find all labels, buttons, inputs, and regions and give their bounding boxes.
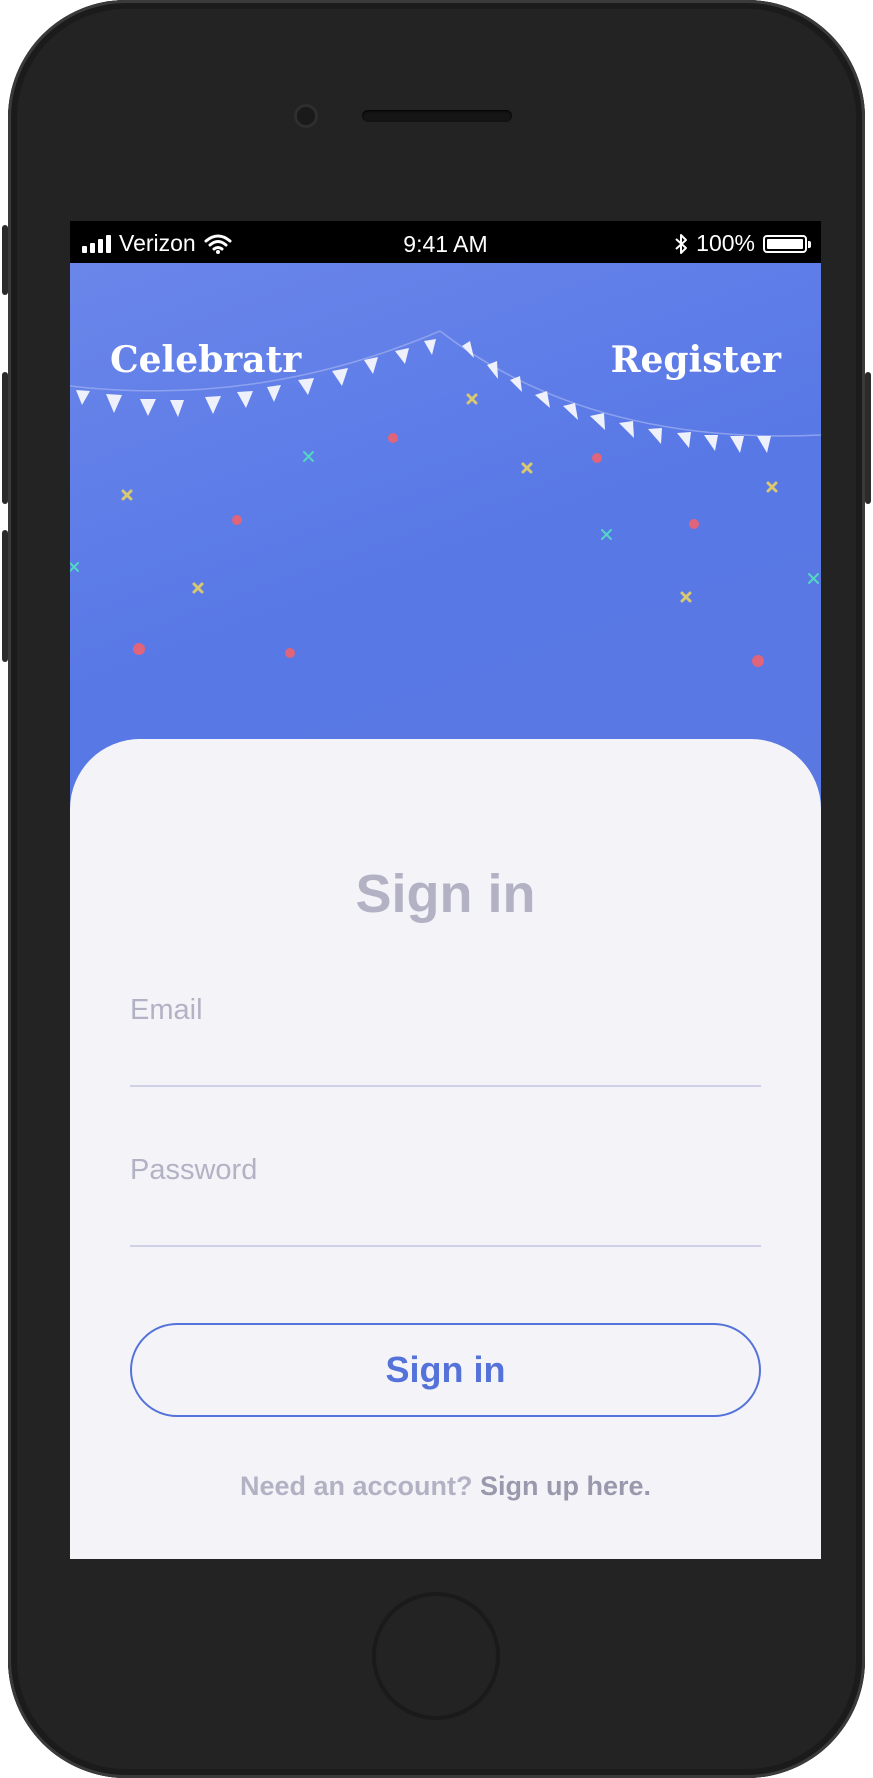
signin-title: Sign in bbox=[355, 864, 536, 924]
power-button bbox=[865, 372, 871, 504]
email-underline bbox=[130, 1085, 761, 1087]
front-camera bbox=[297, 107, 315, 125]
email-label: Email bbox=[130, 994, 203, 1026]
status-bar: Verizon 9:41 AM 100% bbox=[70, 221, 821, 263]
password-label: Password bbox=[130, 1154, 258, 1186]
password-field[interactable] bbox=[130, 1197, 761, 1243]
bluetooth-icon bbox=[675, 233, 688, 254]
hero-banner: Celebratr Register bbox=[70, 263, 821, 783]
battery-percent: 100% bbox=[696, 230, 755, 256]
home-button[interactable] bbox=[372, 1592, 500, 1720]
mute-switch bbox=[2, 225, 8, 295]
phone-screen: Verizon 9:41 AM 100% Celebratr Register … bbox=[70, 221, 821, 1559]
signin-card: Sign in Email Password Sign in Need an a… bbox=[70, 739, 821, 1559]
status-bar-right: 100% bbox=[674, 230, 811, 257]
signup-link[interactable]: Sign up here. bbox=[480, 1471, 651, 1501]
battery-icon bbox=[763, 234, 811, 253]
signup-prompt-text: Need an account? bbox=[239, 1471, 473, 1501]
app-brand[interactable]: Celebratr bbox=[110, 339, 301, 381]
earpiece-speaker bbox=[362, 110, 512, 122]
signin-button[interactable]: Sign in bbox=[130, 1323, 761, 1417]
volume-up-button bbox=[2, 372, 8, 504]
phone-device: Verizon 9:41 AM 100% Celebratr Register … bbox=[2, 0, 871, 1778]
password-underline bbox=[130, 1245, 761, 1247]
volume-down-button bbox=[2, 530, 8, 662]
signup-prompt: Need an account? Sign up here. bbox=[70, 1471, 821, 1502]
email-field[interactable] bbox=[130, 1037, 761, 1083]
register-link[interactable]: Register bbox=[611, 339, 781, 381]
